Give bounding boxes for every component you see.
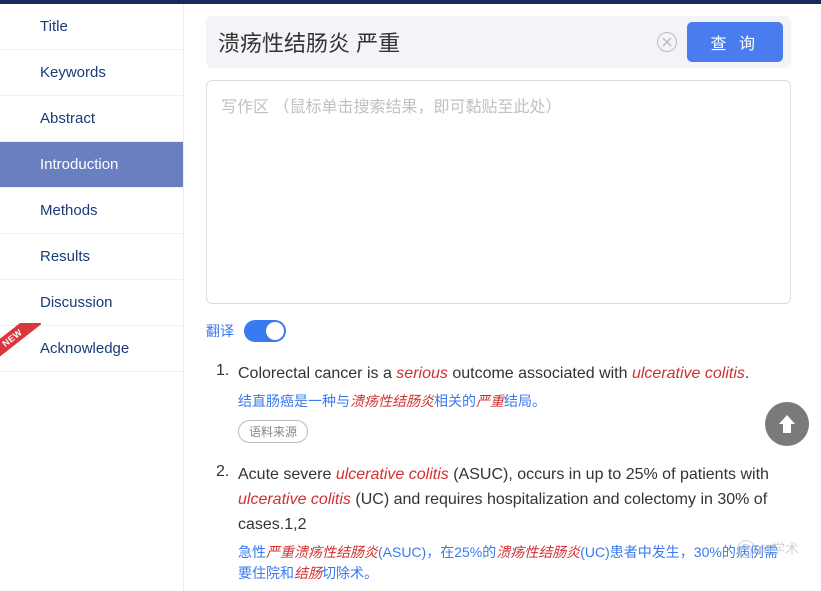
result-number: 1.: [216, 362, 238, 445]
new-badge-icon: [0, 323, 41, 363]
translate-label: 翻译: [206, 321, 234, 341]
translate-toggle[interactable]: [244, 320, 286, 342]
search-input[interactable]: [218, 29, 657, 55]
editor-area: [206, 80, 791, 304]
result-number: 2.: [216, 463, 238, 591]
main-container: TitleKeywordsAbstractIntroductionMethods…: [0, 4, 821, 591]
sidebar-item-acknowledge[interactable]: Acknowledge: [0, 326, 183, 372]
clear-icon[interactable]: [657, 32, 677, 52]
result-body: Acute severe ulcerative colitis (ASUC), …: [238, 463, 791, 591]
sidebar-item-discussion[interactable]: Discussion: [0, 280, 183, 326]
result-chinese: 结直肠癌是一种与溃疡性结肠炎相关的严重结局。: [238, 391, 791, 413]
sidebar: TitleKeywordsAbstractIntroductionMethods…: [0, 4, 184, 591]
result-english: Colorectal cancer is a serious outcome a…: [238, 362, 791, 387]
editor-textarea[interactable]: [221, 93, 776, 291]
sidebar-item-title[interactable]: Title: [0, 4, 183, 50]
search-button[interactable]: 查 询: [687, 22, 783, 62]
sidebar-item-results[interactable]: Results: [0, 234, 183, 280]
search-bar: 查 询: [206, 16, 791, 68]
sidebar-item-methods[interactable]: Methods: [0, 188, 183, 234]
source-button[interactable]: 语料来源: [238, 420, 308, 443]
arrow-up-icon: [775, 412, 799, 436]
sidebar-item-introduction[interactable]: Introduction: [0, 142, 183, 188]
scroll-top-button[interactable]: [765, 402, 809, 446]
results-list: 1.Colorectal cancer is a serious outcome…: [206, 362, 791, 591]
result-body: Colorectal cancer is a serious outcome a…: [238, 362, 791, 445]
result-english: Acute severe ulcerative colitis (ASUC), …: [238, 463, 791, 537]
sidebar-item-keywords[interactable]: Keywords: [0, 50, 183, 96]
result-chinese: 急性严重溃疡性结肠炎(ASUC)，在25%的溃疡性结肠炎(UC)患者中发生，30…: [238, 542, 791, 585]
result-item[interactable]: 2.Acute severe ulcerative colitis (ASUC)…: [216, 463, 791, 591]
sidebar-item-abstract[interactable]: Abstract: [0, 96, 183, 142]
main-content: 查 询 翻译 1.Colorectal cancer is a serious …: [184, 4, 821, 591]
translate-row: 翻译: [206, 320, 791, 342]
result-item[interactable]: 1.Colorectal cancer is a serious outcome…: [216, 362, 791, 445]
